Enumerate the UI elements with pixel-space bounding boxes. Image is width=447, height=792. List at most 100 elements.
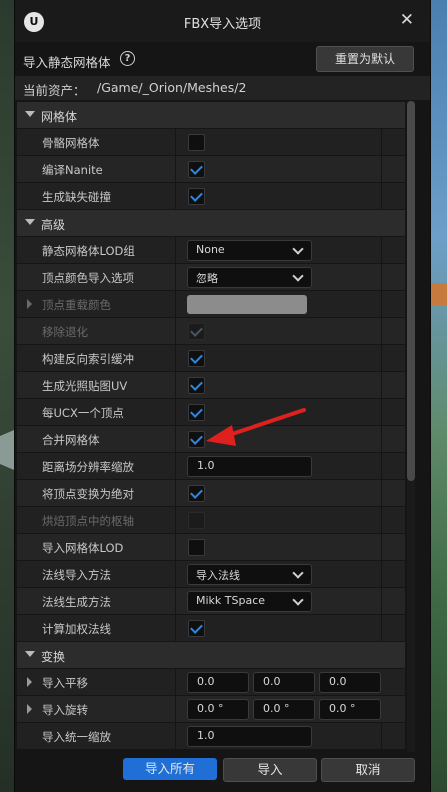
row-label: 构建反向索引缓冲 (42, 352, 134, 366)
check-icon (190, 621, 203, 634)
import-mesh-lods-checkbox[interactable] (188, 539, 205, 556)
chevron-down-icon (292, 270, 304, 282)
chevron-down-icon (292, 243, 304, 255)
rotation-z-input[interactable]: 0.0 ° (319, 699, 381, 720)
row-normal-import-method: 法线导入方法 导入法线 (17, 561, 405, 587)
uniform-scale-input[interactable]: 1.0 (187, 726, 312, 747)
chevron-right-icon[interactable] (27, 704, 32, 714)
input-value: 0.0 ° (197, 702, 224, 715)
row-distance-field-scale: 距离场分辨率缩放 1.0 (17, 453, 405, 479)
chevron-down-icon (25, 651, 35, 657)
rotation-x-input[interactable]: 0.0 ° (187, 699, 249, 720)
row-label: 骨骼网格体 (42, 136, 100, 150)
generate-lightmap-uvs-checkbox[interactable] (188, 377, 205, 394)
row-label: 法线生成方法 (42, 595, 111, 609)
check-icon (190, 324, 203, 337)
row-label: 导入平移 (42, 676, 88, 690)
section-advanced[interactable]: 高级 (17, 210, 405, 236)
skeletal-mesh-checkbox[interactable] (188, 134, 205, 151)
generate-collision-checkbox[interactable] (188, 188, 205, 205)
row-label: 顶点颜色导入选项 (42, 271, 134, 285)
current-asset-row: 当前资产： /Game/_Orion/Meshes/2 (15, 76, 430, 100)
row-label: 移除退化 (42, 325, 88, 339)
override-color-swatch[interactable] (187, 295, 307, 314)
current-asset-label: 当前资产： (23, 83, 86, 98)
row-generate-lightmap-uvs: 生成光照贴图UV (17, 372, 405, 398)
row-compute-weighted-normals: 计算加权法线 (17, 615, 405, 641)
section-mesh[interactable]: 网格体 (17, 102, 405, 128)
compute-weighted-normals-checkbox[interactable] (188, 620, 205, 637)
row-skeletal-mesh: 骨骼网格体 (17, 129, 405, 155)
row-label: 生成光照贴图UV (42, 379, 128, 393)
check-icon (190, 162, 203, 175)
rotation-y-input[interactable]: 0.0 ° (253, 699, 315, 720)
lod-group-dropdown[interactable]: None (187, 240, 312, 261)
row-label: 法线导入方法 (42, 568, 111, 582)
translation-x-input[interactable]: 0.0 (187, 672, 249, 693)
row-label: 导入统一缩放 (42, 730, 111, 744)
panel-scrollbar[interactable] (407, 101, 415, 752)
check-icon (190, 486, 203, 499)
row-label: 计算加权法线 (42, 622, 111, 636)
translation-z-input[interactable]: 0.0 (319, 672, 381, 693)
row-label: 每UCX一个顶点 (42, 406, 124, 420)
background-object (0, 430, 14, 470)
transform-vertex-absolute-checkbox[interactable] (188, 485, 205, 502)
chevron-right-icon (27, 299, 32, 309)
title-bar: U FBX导入选项 ✕ (15, 0, 430, 42)
row-label: 距离场分辨率缩放 (42, 460, 134, 474)
close-button[interactable]: ✕ (400, 10, 414, 30)
background-left (0, 0, 14, 792)
input-value: 1.0 (197, 729, 215, 742)
row-label: 编译Nanite (42, 163, 103, 177)
cancel-button[interactable]: 取消 (321, 758, 415, 782)
row-transform-vertex-absolute: 将顶点变换为绝对 (17, 480, 405, 506)
section-transform[interactable]: 变换 (17, 642, 405, 668)
dropdown-value: 忽略 (196, 272, 218, 285)
input-value: 0.0 ° (263, 702, 290, 715)
reset-defaults-button[interactable]: 重置为默认 (316, 46, 414, 72)
row-label: 将顶点变换为绝对 (42, 487, 134, 501)
header-label: 导入静态网格体 (23, 55, 111, 70)
check-icon (190, 405, 203, 418)
background-right (429, 0, 447, 792)
row-label: 导入网格体LOD (42, 541, 124, 555)
vertex-color-dropdown[interactable]: 忽略 (187, 267, 312, 288)
help-icon[interactable]: ? (120, 51, 135, 66)
row-bake-pivot: 烘焙顶点中的枢轴 (17, 507, 405, 533)
build-nanite-checkbox[interactable] (188, 161, 205, 178)
import-button[interactable]: 导入 (223, 758, 317, 782)
translation-y-input[interactable]: 0.0 (253, 672, 315, 693)
import-all-button[interactable]: 导入所有 (123, 758, 217, 780)
background-roof (429, 283, 447, 305)
input-value: 0.0 (263, 675, 281, 688)
normal-import-method-dropdown[interactable]: 导入法线 (187, 564, 312, 585)
section-title: 高级 (41, 218, 66, 232)
one-convex-per-ucx-checkbox[interactable] (188, 404, 205, 421)
row-combine-meshes: 合并网格体 (17, 426, 405, 452)
row-import-translation: 导入平移 0.0 0.0 0.0 (17, 669, 405, 695)
dropdown-value: None (196, 243, 225, 256)
row-generate-collision: 生成缺失碰撞 (17, 183, 405, 209)
row-label: 顶点重载颜色 (42, 298, 111, 312)
row-build-reversed-index: 构建反向索引缓冲 (17, 345, 405, 371)
input-value: 0.0 (197, 675, 215, 688)
window-title: FBX导入选项 (183, 17, 262, 32)
remove-degenerates-checkbox (188, 323, 205, 340)
row-normal-generation-method: 法线生成方法 Mikk TSpace (17, 588, 405, 614)
dropdown-value: Mikk TSpace (196, 594, 266, 607)
build-reversed-index-checkbox[interactable] (188, 350, 205, 367)
chevron-right-icon[interactable] (27, 677, 32, 687)
normal-generation-method-dropdown[interactable]: Mikk TSpace (187, 591, 312, 612)
input-value: 0.0 ° (329, 702, 356, 715)
dialog-footer: 导入所有 导入 取消 (15, 752, 430, 792)
section-title: 变换 (41, 650, 66, 664)
distance-field-scale-input[interactable]: 1.0 (187, 456, 312, 477)
current-asset-path: /Game/_Orion/Meshes/2 (97, 80, 247, 95)
combine-meshes-checkbox[interactable] (188, 431, 205, 448)
row-import-mesh-lods: 导入网格体LOD (17, 534, 405, 560)
row-lod-group: 静态网格体LOD组 None (17, 237, 405, 263)
chevron-down-icon (25, 219, 35, 225)
scrollbar-thumb[interactable] (407, 101, 415, 481)
input-value: 0.0 (329, 675, 347, 688)
